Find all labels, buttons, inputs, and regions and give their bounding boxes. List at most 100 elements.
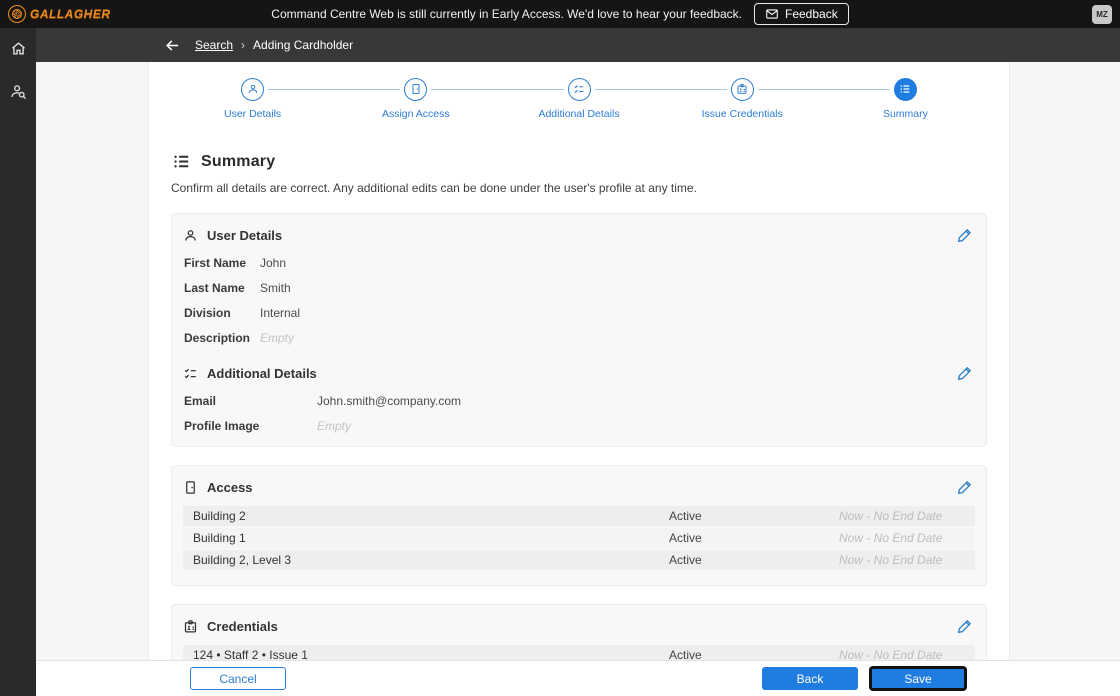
access-row: Building 2, Level 3 Active Now - No End … xyxy=(183,550,975,570)
early-access-message: Command Centre Web is still currently in… xyxy=(271,7,742,21)
door-icon xyxy=(186,480,195,494)
home-icon[interactable] xyxy=(10,40,27,57)
id-badge-icon xyxy=(737,84,747,94)
user-details-card: User Details First Name John Last Name S… xyxy=(171,213,987,447)
field-value: Smith xyxy=(260,281,291,295)
step-circle xyxy=(404,77,428,101)
early-access-banner: Command Centre Web is still currently in… xyxy=(0,3,1120,25)
edit-credentials-button[interactable] xyxy=(957,618,973,634)
step-user-details[interactable]: User Details xyxy=(171,76,335,120)
breadcrumb-search-link[interactable]: Search xyxy=(195,38,233,52)
breadcrumb-separator: › xyxy=(241,38,246,52)
gallagher-emblem-icon xyxy=(8,5,26,23)
step-issue-credentials[interactable]: Issue Credentials xyxy=(660,76,824,120)
step-label: Additional Details xyxy=(538,108,620,120)
step-connector xyxy=(660,88,727,90)
step-label: Issue Credentials xyxy=(701,108,783,120)
feedback-button-label: Feedback xyxy=(785,7,838,21)
checklist-icon xyxy=(574,85,584,93)
pencil-icon xyxy=(958,481,971,495)
sidebar xyxy=(0,28,36,696)
action-bar: Cancel Back Save xyxy=(36,660,1120,696)
field-value: John xyxy=(260,256,287,270)
step-connector xyxy=(497,88,564,90)
person-icon xyxy=(185,229,196,241)
step-additional-details[interactable]: Additional Details xyxy=(497,76,661,120)
feedback-button[interactable]: Feedback xyxy=(754,3,849,25)
field-label: Email xyxy=(184,394,217,408)
save-button[interactable]: Save xyxy=(870,667,966,690)
edit-additional-details-button[interactable] xyxy=(957,365,973,381)
field-last-name: Last Name Smith xyxy=(183,281,975,295)
step-assign-access[interactable]: Assign Access xyxy=(334,76,498,120)
credential-period: Now - No End Date xyxy=(839,648,943,660)
step-summary[interactable]: Summary xyxy=(823,76,987,120)
field-division: Division Internal xyxy=(183,306,975,320)
page-title: Summary xyxy=(201,152,276,170)
access-row: Building 1 Active Now - No End Date xyxy=(183,528,975,548)
access-status: Active xyxy=(669,553,702,567)
access-group-name: Building 2, Level 3 xyxy=(193,553,292,567)
field-label: Last Name xyxy=(184,281,245,295)
field-label: First Name xyxy=(184,256,247,270)
field-email: Email John.smith@company.com xyxy=(183,394,975,408)
access-status: Active xyxy=(669,531,702,545)
pencil-icon xyxy=(958,620,971,633)
step-connector xyxy=(334,88,401,90)
step-connector xyxy=(921,89,987,90)
back-arrow-icon[interactable] xyxy=(164,37,181,54)
step-label: Assign Access xyxy=(381,108,450,120)
credential-row: 124 • Staff 2 • Issue 1 Active Now - No … xyxy=(183,645,975,660)
step-connector xyxy=(268,88,335,90)
credentials-card: Credentials 124 • Staff 2 • Issue 1 Acti… xyxy=(171,604,987,660)
checklist-icon xyxy=(184,368,197,378)
access-period: Now - No End Date xyxy=(839,553,943,567)
breadcrumb-bar: Search › Adding Cardholder xyxy=(36,28,1120,62)
step-circle xyxy=(567,77,591,101)
field-value-empty: Empty xyxy=(260,331,295,345)
step-connector xyxy=(757,88,824,90)
cardholder-search-icon[interactable] xyxy=(10,83,27,100)
id-badge-icon xyxy=(184,619,197,632)
pencil-icon xyxy=(958,367,971,381)
step-label: User Details xyxy=(224,108,282,120)
step-circle xyxy=(730,77,754,101)
access-group-name: Building 1 xyxy=(193,531,246,545)
door-icon xyxy=(412,84,420,94)
step-label: Summary xyxy=(882,108,928,120)
section-title-access: Access xyxy=(207,479,253,495)
section-title-user-details: User Details xyxy=(207,227,283,243)
step-circle xyxy=(893,77,917,101)
user-initials-badge[interactable]: MZ xyxy=(1092,4,1112,24)
edit-access-button[interactable] xyxy=(957,479,973,495)
breadcrumb: Search › Adding Cardholder xyxy=(195,38,353,52)
section-title-additional-details: Additional Details xyxy=(207,365,317,381)
app-window: GALLAGHER Command Centre Web is still cu… xyxy=(0,0,1120,696)
access-group-name: Building 2 xyxy=(193,509,246,523)
step-circle xyxy=(241,77,265,101)
field-label: Profile Image xyxy=(184,419,260,433)
field-label: Description xyxy=(184,331,251,345)
cancel-button[interactable]: Cancel xyxy=(190,667,286,690)
edit-user-details-button[interactable] xyxy=(957,227,973,243)
content-area: User Details Assign Access Additional De… xyxy=(36,62,1120,660)
summary-list-icon xyxy=(173,154,190,169)
credential-status: Active xyxy=(669,648,702,660)
back-button[interactable]: Back xyxy=(762,667,858,690)
access-period: Now - No End Date xyxy=(839,531,943,545)
access-status: Active xyxy=(669,509,702,523)
top-bar: GALLAGHER Command Centre Web is still cu… xyxy=(0,0,1120,28)
wizard-stepper: User Details Assign Access Additional De… xyxy=(171,76,987,120)
field-label: Division xyxy=(184,306,231,320)
field-value-empty: Empty xyxy=(317,419,352,433)
step-connector xyxy=(823,88,890,90)
credential-name: 124 • Staff 2 • Issue 1 xyxy=(193,648,308,660)
field-profile-image: Profile Image Empty xyxy=(183,419,975,433)
step-connector xyxy=(171,89,237,90)
gallagher-logo-text: GALLAGHER xyxy=(30,7,111,21)
section-title-credentials: Credentials xyxy=(207,618,278,634)
field-description: Description Empty xyxy=(183,331,975,345)
list-icon xyxy=(900,84,911,94)
step-connector xyxy=(594,88,661,90)
pencil-icon xyxy=(958,229,971,242)
